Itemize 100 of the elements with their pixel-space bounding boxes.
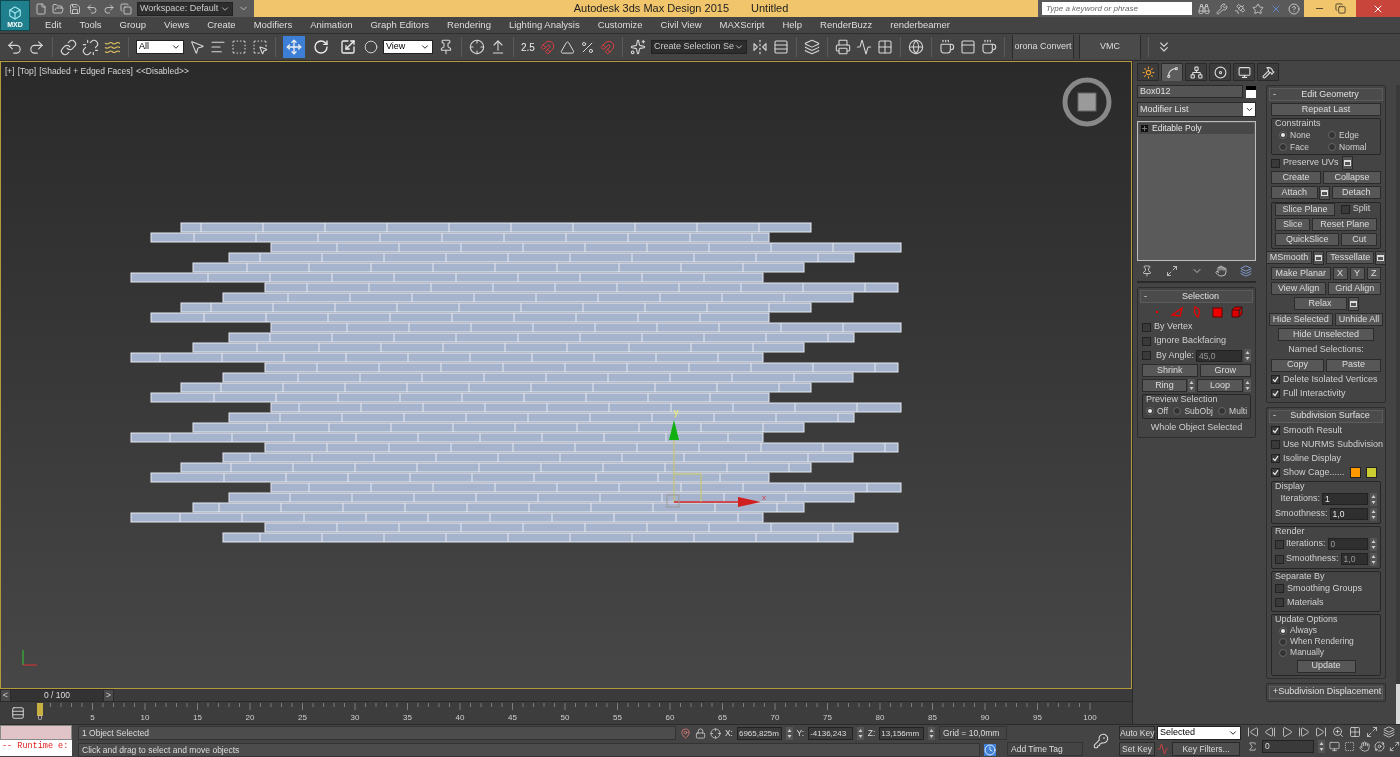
unlink-icon[interactable] <box>82 38 99 56</box>
spinner-arrows-icon[interactable] <box>1370 552 1378 566</box>
panel-tab[interactable] <box>1185 63 1207 81</box>
command-button[interactable]: Detach <box>1331 186 1382 199</box>
selection-region-icon[interactable] <box>231 39 247 55</box>
panel-tab[interactable] <box>1137 63 1159 81</box>
star-icon[interactable] <box>1252 2 1264 15</box>
spinner-arrows-icon[interactable] <box>1318 740 1325 753</box>
command-button[interactable]: QuickSlice <box>1275 233 1340 246</box>
checkbox[interactable] <box>1275 584 1285 593</box>
polygon-icon[interactable] <box>1209 305 1224 319</box>
radio-button[interactable] <box>1218 407 1227 415</box>
radio-button[interactable] <box>1279 131 1288 139</box>
command-button[interactable]: Z <box>1366 267 1382 280</box>
settings-button[interactable] <box>1375 251 1387 265</box>
curve-icon[interactable] <box>1165 66 1179 79</box>
element-icon[interactable] <box>1229 305 1244 319</box>
viewport-label[interactable]: [+] <box>5 65 15 78</box>
command-button[interactable]: Update <box>1296 659 1356 673</box>
checkbox[interactable] <box>1271 158 1281 168</box>
coordinate-field[interactable]: -4136,243 <box>808 726 853 740</box>
workspace-dropdown[interactable]: Workspace: Default <box>137 1 233 16</box>
open-folder-icon[interactable] <box>52 2 64 15</box>
menu-item[interactable]: MAXScript <box>710 17 774 33</box>
spinner-arrows-icon[interactable] <box>927 726 935 740</box>
radio-button[interactable] <box>1279 626 1288 635</box>
layer-icon[interactable] <box>803 39 820 55</box>
pan-icon[interactable] <box>1359 741 1370 752</box>
panel-tab[interactable] <box>1209 63 1231 81</box>
command-button[interactable]: Tessellate <box>1326 251 1375 264</box>
command-button[interactable]: Loop <box>1196 379 1244 392</box>
rollout-header[interactable]: +Subdivision Displacement <box>1269 685 1384 699</box>
hammer-icon[interactable] <box>1261 65 1275 79</box>
menu-item[interactable]: Modifiers <box>244 17 302 33</box>
checkbox[interactable] <box>1142 322 1151 332</box>
menu-item[interactable]: Civil View <box>651 17 711 33</box>
next-key-icon[interactable] <box>1298 726 1310 738</box>
command-button[interactable]: Relax <box>1293 297 1347 310</box>
menu-item[interactable]: Edit <box>36 17 71 33</box>
select-object-icon[interactable] <box>189 39 205 55</box>
rollout-header[interactable]: - Selection <box>1140 290 1254 303</box>
wrench-icon[interactable] <box>1216 2 1228 15</box>
go-to-end-icon[interactable] <box>1315 726 1327 738</box>
percent-snap-icon[interactable] <box>579 39 595 55</box>
spinner-field[interactable]: 1 <box>1322 493 1369 505</box>
modifier-list-dropdown[interactable]: Modifier List <box>1137 102 1257 117</box>
radio-button[interactable] <box>1146 407 1154 415</box>
command-button[interactable]: Unhide All <box>1334 313 1384 326</box>
project-folder-icon[interactable] <box>120 2 132 15</box>
command-button[interactable]: Attach <box>1271 186 1318 199</box>
auto-key-button[interactable]: Auto Key <box>1119 726 1155 740</box>
move-icon[interactable] <box>283 36 305 58</box>
settings-button[interactable] <box>1318 186 1330 200</box>
rollout-toggle[interactable]: - <box>1273 87 1282 102</box>
menu-item[interactable]: Customize <box>588 17 652 33</box>
radio-button[interactable] <box>1328 143 1337 151</box>
save-icon[interactable] <box>69 2 81 15</box>
radio-button[interactable] <box>1328 131 1337 139</box>
key-mode-dropdown[interactable]: Selected <box>1157 726 1241 740</box>
radio-button[interactable] <box>1279 648 1288 657</box>
next-frame-button[interactable]: > <box>103 690 113 701</box>
checkbox[interactable] <box>1275 598 1285 607</box>
command-button[interactable]: Ring <box>1142 379 1187 392</box>
redo-icon[interactable] <box>28 38 45 56</box>
orbit-icon[interactable] <box>1374 741 1385 752</box>
undo-icon[interactable] <box>6 38 23 56</box>
radio-button[interactable] <box>1173 407 1182 415</box>
command-button[interactable]: Shrink <box>1142 364 1198 377</box>
zoom-extents-icon[interactable] <box>1366 726 1378 738</box>
viewport-label[interactable]: [Shaded + Edged Faces] <box>39 65 133 78</box>
menu-item[interactable]: Animation <box>301 17 362 33</box>
satellite-icon[interactable] <box>1234 2 1246 15</box>
color-swatch[interactable] <box>1349 467 1361 478</box>
command-button[interactable]: View Align <box>1271 282 1327 295</box>
rollout-header[interactable]: - Subdivision Surface <box>1269 409 1384 423</box>
command-button[interactable]: Repeat Last <box>1271 103 1382 116</box>
toolbar-button[interactable]: VMC <box>1078 35 1141 59</box>
key-filters-button[interactable]: Key Filters... <box>1172 742 1240 756</box>
set-key-button[interactable]: Set Key <box>1119 742 1155 756</box>
checkbox[interactable] <box>1271 426 1281 435</box>
reference-coordinate-dropdown[interactable]: View <box>383 40 433 54</box>
disc-icon[interactable] <box>1213 65 1227 79</box>
current-frame-marker[interactable] <box>37 703 43 716</box>
command-button[interactable]: Make Planar <box>1271 267 1331 280</box>
command-button[interactable]: Reset Plane <box>1312 218 1378 231</box>
command-button[interactable]: Grow <box>1199 364 1252 377</box>
move-gizmo-drawing[interactable] <box>666 420 761 508</box>
new-file-icon[interactable] <box>35 2 47 15</box>
stack-item[interactable]: Editable Poly <box>1139 123 1255 134</box>
time-tag-icon[interactable] <box>984 743 996 756</box>
viewport-label[interactable]: <<Disabled>> <box>135 65 189 78</box>
snap-value[interactable]: 2.5 <box>521 39 535 55</box>
command-button[interactable]: Hide Unselected <box>1278 328 1375 341</box>
rendered-frame-icon[interactable] <box>959 39 976 55</box>
expand-icon[interactable] <box>1141 125 1148 132</box>
viewport-label[interactable]: [Top] <box>17 65 37 78</box>
spinner-field[interactable]: 1,0 <box>1329 508 1369 520</box>
command-button[interactable]: X <box>1332 267 1348 280</box>
checkbox[interactable] <box>1142 336 1151 346</box>
command-button[interactable]: Hide Selected <box>1268 313 1333 326</box>
